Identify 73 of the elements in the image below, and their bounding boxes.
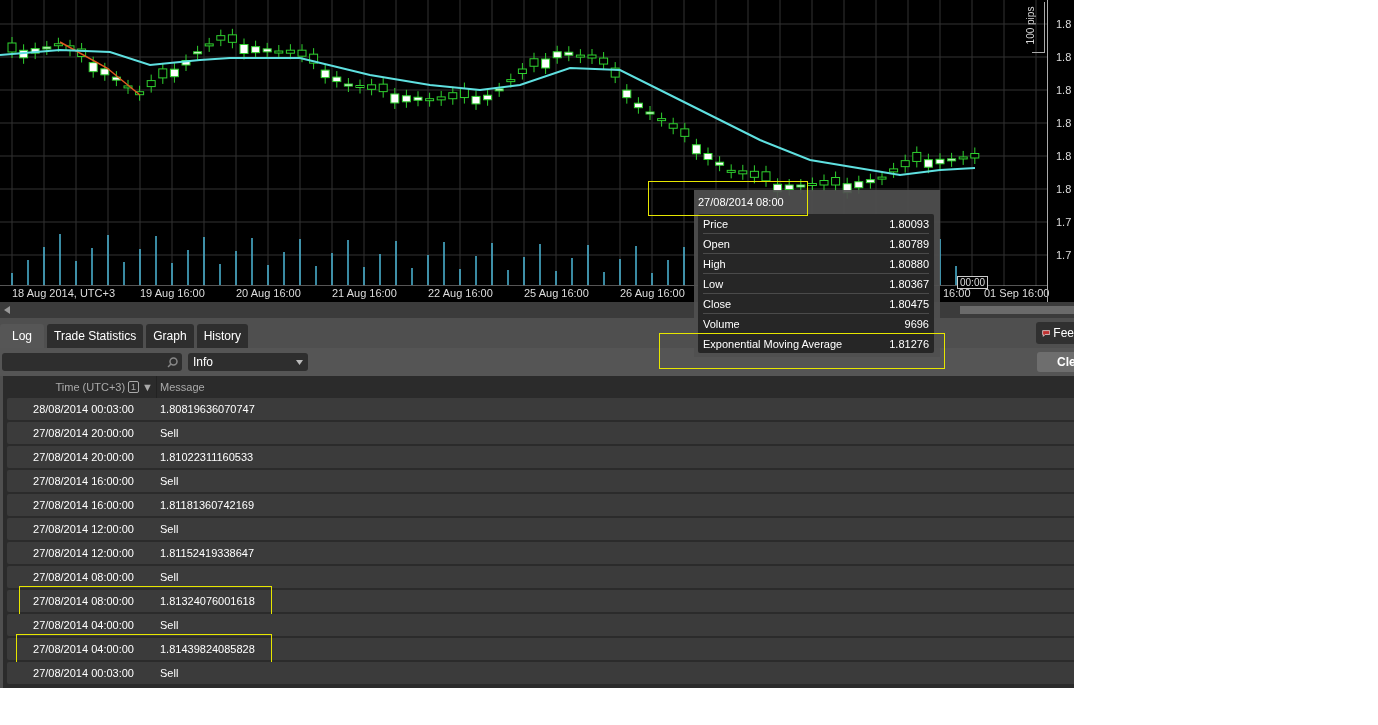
sort-rank: 1 [128,381,140,393]
axis-label: 1.8 [1056,117,1072,129]
time-cell-text: 27/08/2014 08:00:00 [32,571,135,583]
tab[interactable]: Log [0,324,45,348]
axis-label: 1.8 [1056,18,1072,30]
message-cell: 1.81181360742169 [160,499,254,511]
tooltip-label: Low [703,277,724,290]
axis-label: 16:00 [943,287,971,299]
time-cursor-label: 00:00 [957,276,989,289]
tooltip-value: 1.80789 [889,237,929,250]
time-cell-text: 27/08/2014 04:00:00 [32,619,135,631]
tooltip-value: 9696 [904,317,929,330]
axis-label: 1.8 [1056,183,1072,195]
message-cell: Sell [160,523,179,535]
tooltip-label: Exponential Moving Average [703,337,843,350]
scroll-left-icon[interactable] [4,306,10,314]
tooltip-title: 27/08/2014 08:00 [698,196,784,208]
axis-label: 21 Aug 16:00 [332,287,397,299]
feedback-button[interactable]: Fee [1036,322,1074,344]
tooltip-label: Volume [703,317,740,330]
time-cell-text: 27/08/2014 00:03:00 [32,667,135,679]
scale-label: 100 pips [1025,6,1037,45]
tooltip-value: 1.80367 [889,277,929,290]
message-cell: Sell [160,475,179,487]
message-cell: 1.81152419338647 [160,547,254,559]
tab[interactable]: History [196,324,248,348]
time-cell-text: 27/08/2014 12:00:00 [32,523,135,535]
tooltip-value: 1.80093 [889,217,929,230]
axis-label: 18 Aug 2014, UTC+3 [12,287,116,299]
time-cell-text: 27/08/2014 20:00:00 [32,427,135,439]
speech-bubble-icon [1042,327,1051,339]
column-header[interactable]: Message [160,381,205,393]
time-cell-text: 27/08/2014 20:00:00 [32,451,135,463]
tooltip-label: Open [703,237,730,250]
axis-label: 25 Aug 16:00 [524,287,589,299]
message-cell: 1.81324076001618 [160,595,255,607]
message-cell: Sell [160,427,179,439]
tooltip-value: 1.80880 [889,257,929,270]
time-cell-text: 27/08/2014 16:00:00 [32,499,135,511]
search-icon [167,356,178,368]
sort-arrow: ▼ [142,381,153,393]
message-cell: Sell [160,667,179,679]
tab[interactable]: Trade Statistics [47,324,144,348]
axis-label: 1.8 [1056,84,1072,96]
level-dropdown[interactable]: Info [188,353,308,371]
message-cell: Sell [160,571,179,583]
tooltip-value: 1.81276 [889,337,929,350]
axis-label: 19 Aug 16:00 [140,287,205,299]
message-cell: 1.81439824085828 [160,643,255,655]
tooltip-label: Close [703,297,732,310]
search-field[interactable] [2,353,182,371]
tooltip-value: 1.80475 [889,297,929,310]
time-cell-text: 27/08/2014 08:00:00 [32,595,135,607]
axis-label: 26 Aug 16:00 [620,287,685,299]
tooltip-label: Price [703,217,729,230]
caret-icon [296,359,303,365]
message-cell: 1.80819636070747 [160,403,255,415]
tooltip-label: High [703,257,726,270]
axis-label: 1.7 [1056,216,1072,228]
message-cell: Sell [160,619,179,631]
column-header[interactable]: Time (UTC+3) [55,381,126,393]
axis-label: 1.7 [1056,249,1072,261]
message-cell: 1.81022311160533 [160,451,254,463]
axis-label: 1.8 [1056,150,1072,162]
tab[interactable]: Graph [146,324,194,348]
axis-label: 20 Aug 16:00 [236,287,301,299]
time-cell-text: 27/08/2014 04:00:00 [32,643,135,655]
time-cell-text: 28/08/2014 00:03:00 [32,403,135,415]
axis-label: 1.8 [1056,51,1072,63]
scrollbar-thumb[interactable] [960,306,1074,314]
time-cell-text: 27/08/2014 12:00:00 [32,547,135,559]
axis-label: 22 Aug 16:00 [428,287,493,299]
time-cell-text: 27/08/2014 16:00:00 [32,475,135,487]
